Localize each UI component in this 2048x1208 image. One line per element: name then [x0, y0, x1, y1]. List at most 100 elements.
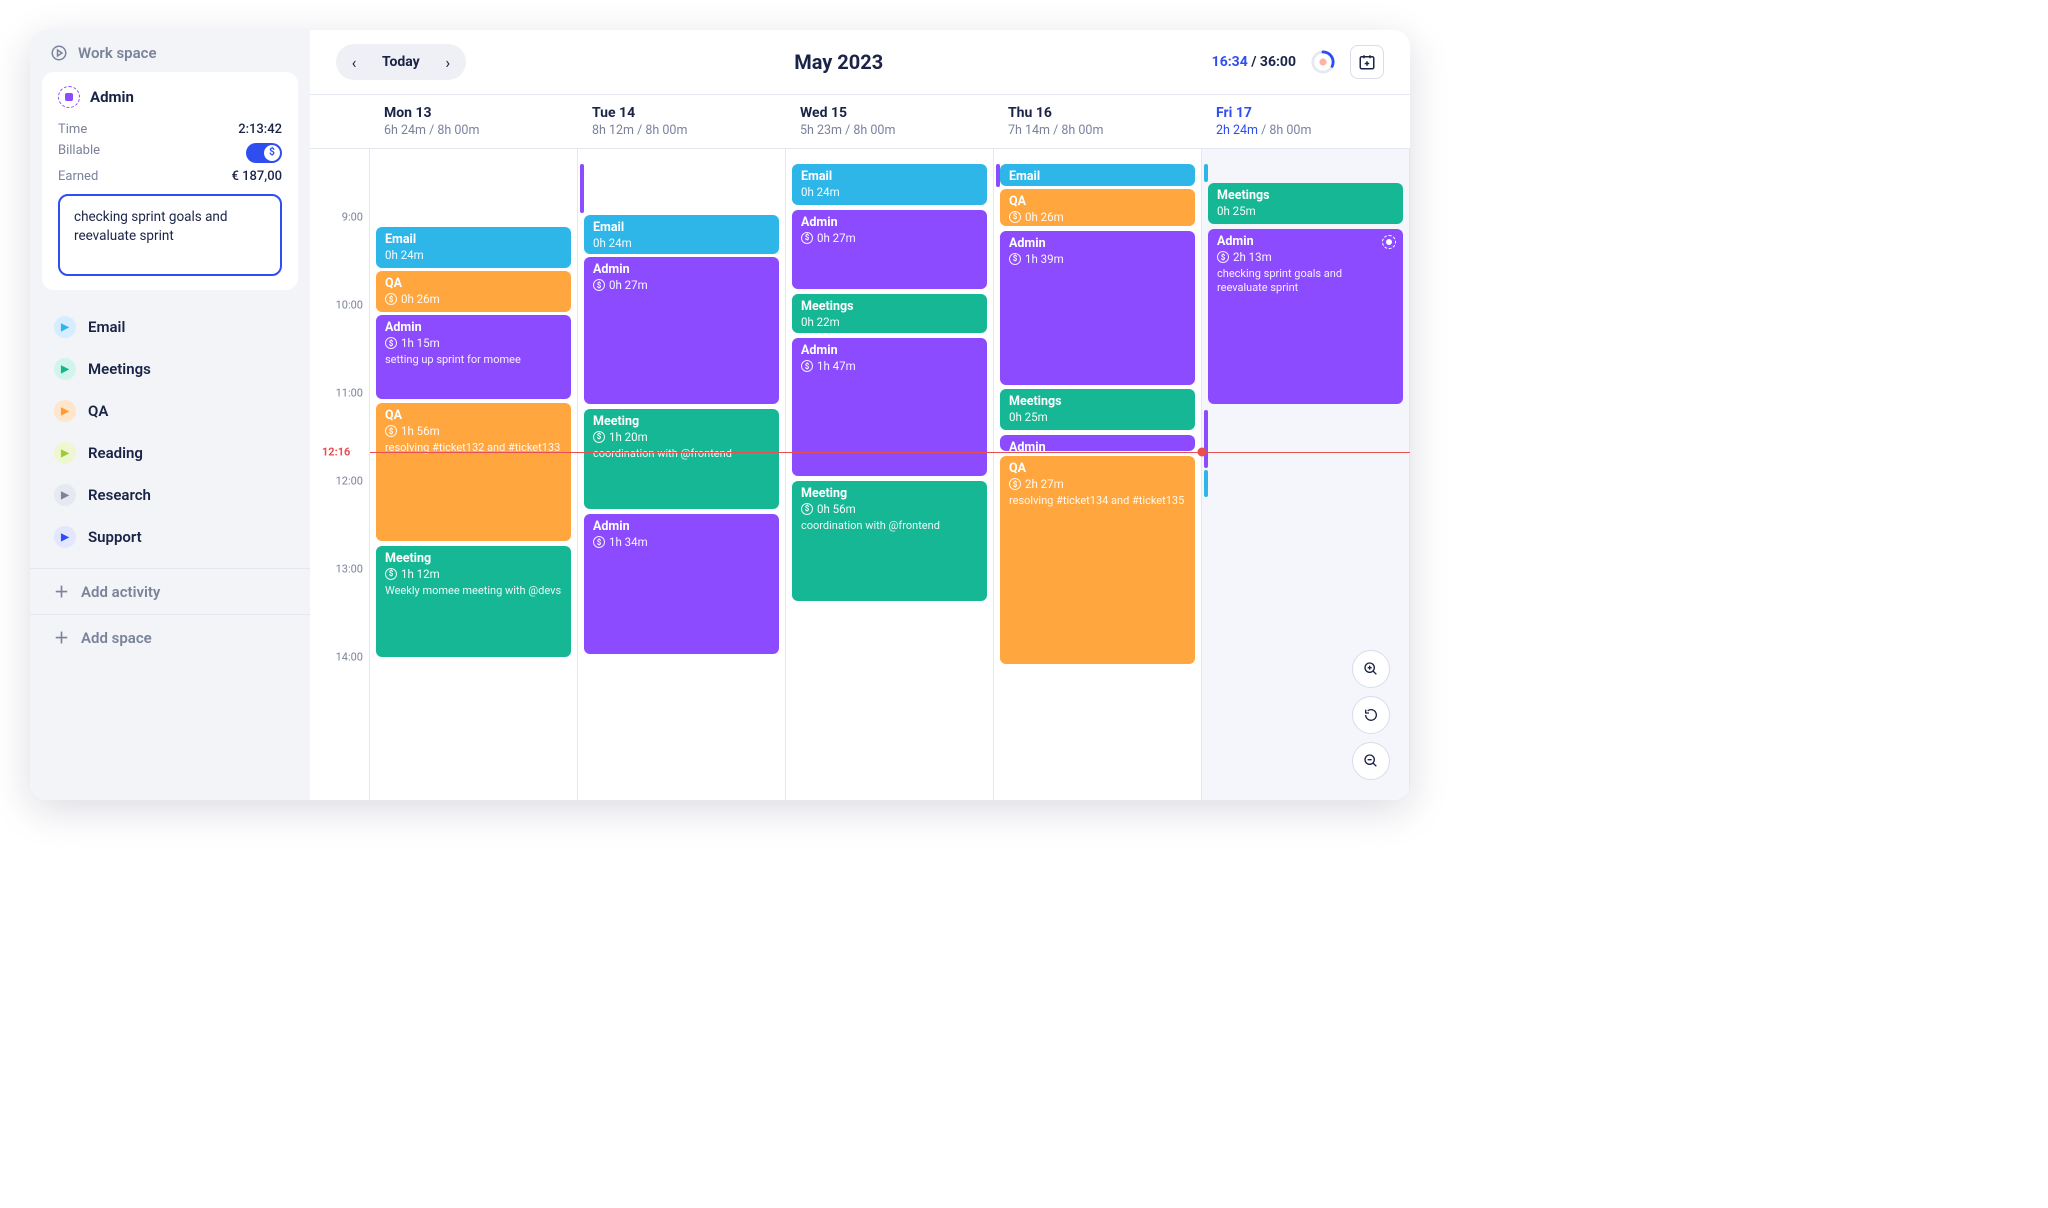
day-header[interactable]: Mon 136h 24m / 8h 00m: [370, 95, 578, 148]
billable-toggle[interactable]: [246, 143, 282, 163]
workspace-header: Work space: [30, 30, 310, 72]
event-strip: [1204, 410, 1208, 468]
calendar-event[interactable]: Admin$0h 27m: [792, 210, 987, 290]
day-header[interactable]: Wed 155h 23m / 8h 00m: [786, 95, 994, 148]
plus-icon: ＋: [54, 627, 69, 648]
day-column[interactable]: Email0h 24mQA$0h 26mAdmin$1h 15msetting …: [370, 149, 578, 800]
time-value: 2:13:42: [238, 122, 282, 137]
calendar-event[interactable]: Email0h 24m: [584, 215, 779, 254]
event-strip: [996, 164, 1000, 187]
play-icon: ▶: [54, 316, 76, 338]
day-header[interactable]: Fri 172h 24m / 8h 00m: [1202, 95, 1410, 148]
billable-icon: $: [801, 360, 813, 372]
space-label: Support: [88, 528, 142, 546]
workspace-icon: [50, 44, 68, 62]
calendar-event[interactable]: Admin$1h 47m: [792, 338, 987, 476]
add-space-button[interactable]: ＋Add space: [30, 614, 310, 660]
event-strip: [1204, 470, 1208, 496]
calendar-event[interactable]: Meetings0h 22m: [792, 294, 987, 333]
day-header[interactable]: Thu 167h 14m / 8h 00m: [994, 95, 1202, 148]
hour-label: 14:00: [336, 650, 363, 663]
progress-ring-icon: [1310, 49, 1336, 75]
day-header[interactable]: Tue 148h 12m / 8h 00m: [578, 95, 786, 148]
hour-label: 12:00: [336, 474, 363, 487]
time-summary: 16:34 / 36:00: [1212, 54, 1296, 70]
month-title: May 2023: [794, 50, 883, 74]
calendar-event[interactable]: QA$1h 56mresolving #ticket132 and #ticke…: [376, 403, 571, 541]
billable-icon: $: [385, 568, 397, 580]
sidebar-space-meetings[interactable]: ▶ Meetings: [30, 348, 310, 390]
next-button[interactable]: ›: [434, 48, 462, 76]
sidebar-space-qa[interactable]: ▶ QA: [30, 390, 310, 432]
hour-label: 13:00: [336, 562, 363, 575]
calendar-event[interactable]: Email: [1000, 164, 1195, 186]
calendar-event[interactable]: Meeting$1h 20mcoordination with @fronten…: [584, 409, 779, 510]
prev-button[interactable]: ‹: [340, 48, 368, 76]
calendar-event[interactable]: QA$2h 27mresolving #ticket134 and #ticke…: [1000, 456, 1195, 664]
space-label: QA: [88, 402, 108, 420]
space-label: Reading: [88, 444, 143, 462]
play-icon: ▶: [54, 526, 76, 548]
calendar-add-button[interactable]: [1350, 45, 1384, 79]
zoom-in-button[interactable]: [1352, 650, 1390, 688]
day-column[interactable]: Email0h 24mAdmin$0h 27mMeeting$1h 20mcoo…: [578, 149, 786, 800]
billable-icon: $: [1217, 251, 1229, 263]
calendar-event[interactable]: Meetings0h 25m: [1000, 389, 1195, 430]
calendar-event[interactable]: QA$0h 26m: [1000, 189, 1195, 226]
billable-icon: $: [1009, 478, 1021, 490]
play-icon: ▶: [54, 484, 76, 506]
calendar-event[interactable]: Admin$0h 27m: [584, 257, 779, 404]
play-icon: ▶: [54, 358, 76, 380]
calendar-event[interactable]: Admin$1h 39m: [1000, 231, 1195, 385]
calendar-event[interactable]: Meeting$1h 12mWeekly momee meeting with …: [376, 546, 571, 657]
billable-icon: $: [593, 279, 605, 291]
space-label: Meetings: [88, 360, 151, 378]
calendar-event[interactable]: Email0h 24m: [376, 227, 571, 268]
calendar-event[interactable]: Admin$1h 34m: [584, 514, 779, 654]
calendar-event[interactable]: Admin: [1000, 435, 1195, 451]
project-color-icon: [58, 86, 80, 108]
calendar-event[interactable]: Meeting$0h 56mcoordination with @fronten…: [792, 481, 987, 601]
calendar-event[interactable]: Admin$1h 15msetting up sprint for momee: [376, 315, 571, 398]
space-label: Email: [88, 318, 125, 336]
day-column[interactable]: Email QA$0h 26m Admin$1h 39mMeetings0h 25m…: [994, 149, 1202, 800]
zoom-out-button[interactable]: [1352, 742, 1390, 780]
project-card: Admin Time2:13:42 Billable Earned€ 187,0…: [42, 72, 298, 290]
calendar-event[interactable]: QA$0h 26m: [376, 271, 571, 312]
billable-icon: $: [385, 337, 397, 349]
sidebar-space-email[interactable]: ▶ Email: [30, 306, 310, 348]
calendar-event[interactable]: Email0h 24m: [792, 164, 987, 205]
play-icon: ▶: [54, 442, 76, 464]
plus-icon: ＋: [54, 581, 69, 602]
billable-icon: $: [593, 431, 605, 443]
sidebar-space-research[interactable]: ▶ Research: [30, 474, 310, 516]
note-input[interactable]: checking sprint goals and reevaluate spr…: [58, 194, 282, 276]
billable-icon: $: [1009, 253, 1021, 265]
hour-label: 11:00: [336, 386, 363, 399]
billable-icon: $: [1009, 211, 1021, 223]
add-activity-button[interactable]: ＋Add activity: [30, 568, 310, 614]
calendar-event[interactable]: Meetings0h 25m: [1208, 183, 1403, 224]
earned-value: € 187,00: [232, 169, 282, 184]
current-time-label: 12:16: [320, 445, 352, 458]
billable-icon: $: [801, 232, 813, 244]
project-name: Admin: [90, 88, 134, 106]
billable-icon: $: [385, 425, 397, 437]
sidebar-space-reading[interactable]: ▶ Reading: [30, 432, 310, 474]
play-icon: ▶: [54, 400, 76, 422]
event-strip: [1204, 164, 1208, 182]
billable-icon: $: [801, 503, 813, 515]
day-column[interactable]: Email0h 24m Admin$0h 27m Meetings0h 22m Adm…: [786, 149, 994, 800]
space-label: Research: [88, 486, 151, 504]
hour-label: 10:00: [336, 298, 363, 311]
today-button[interactable]: Today: [368, 54, 434, 70]
event-strip: [580, 164, 584, 213]
hour-label: 9:00: [342, 210, 363, 223]
billable-icon: $: [385, 293, 397, 305]
sidebar-space-support[interactable]: ▶ Support: [30, 516, 310, 558]
reset-view-button[interactable]: [1352, 696, 1390, 734]
record-icon: [1382, 235, 1396, 249]
calendar-event[interactable]: Admin$2h 13mchecking sprint goals and re…: [1208, 229, 1403, 404]
current-time-line: [370, 452, 1410, 453]
billable-icon: $: [593, 536, 605, 548]
